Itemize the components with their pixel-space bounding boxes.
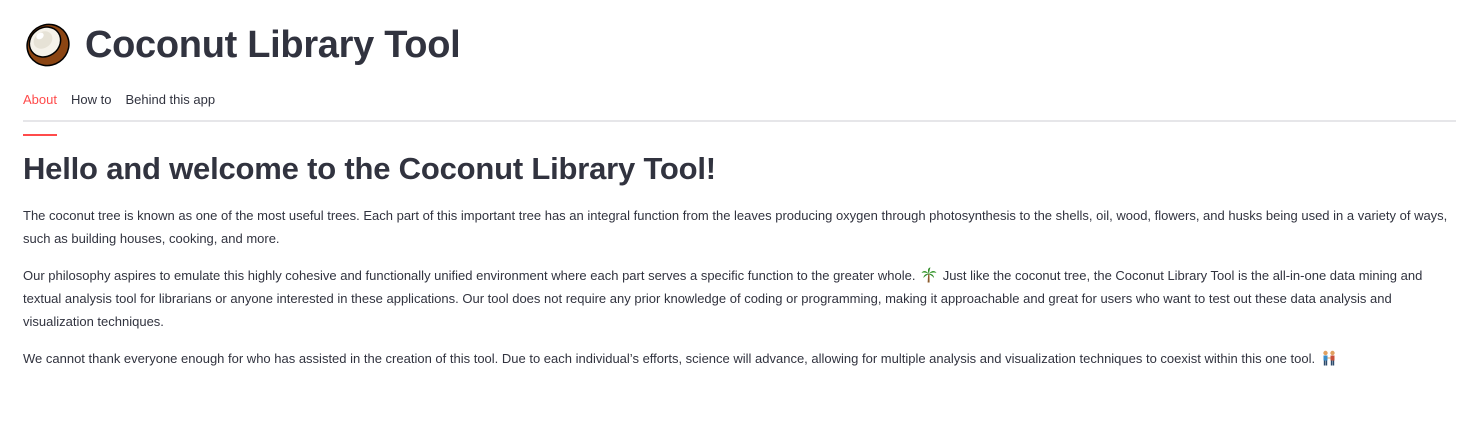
tab-behind-this-app[interactable]: Behind this app — [125, 90, 215, 120]
tab-about[interactable]: About — [23, 90, 57, 136]
thanks-text: We cannot thank everyone enough for who … — [23, 351, 1316, 366]
about-panel: Hello and welcome to the Coconut Library… — [23, 122, 1456, 370]
app-title: Coconut Library Tool — [85, 23, 461, 66]
philosophy-text-start: Our philosophy aspires to emulate this h… — [23, 268, 916, 283]
paragraph-philosophy: Our philosophy aspires to emulate this h… — [23, 264, 1456, 333]
coconut-icon — [26, 23, 70, 67]
tab-how-to[interactable]: How to — [71, 90, 111, 120]
tab-bar: About How to Behind this app — [23, 90, 1456, 136]
paragraph-thanks: We cannot thank everyone enough for who … — [23, 347, 1456, 370]
welcome-heading: Hello and welcome to the Coconut Library… — [23, 151, 716, 186]
app-container: Coconut Library Tool About How to Behind… — [23, 0, 1456, 384]
palm-tree-icon — [921, 267, 937, 283]
people-holding-hands-icon — [1323, 350, 1335, 366]
title-row: Coconut Library Tool — [23, 0, 1456, 90]
paragraph-coconut-tree: The coconut tree is known as one of the … — [23, 208, 1448, 246]
